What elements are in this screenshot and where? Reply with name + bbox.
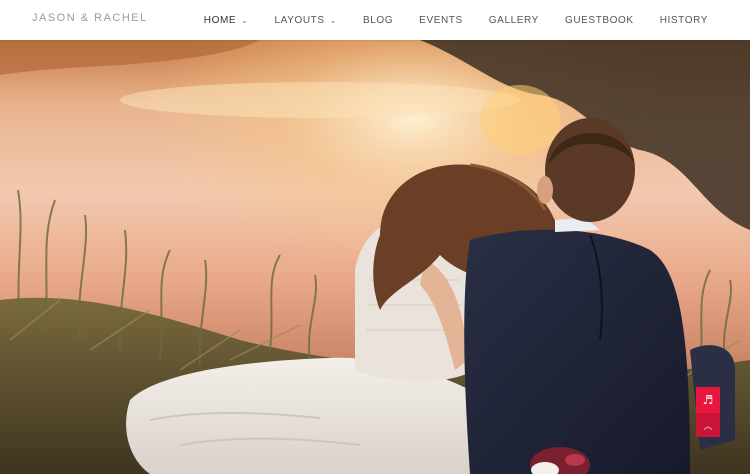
chevron-up-icon: ︿: [703, 421, 713, 432]
couple-by-lake-photo: [0, 40, 750, 474]
nav-item-label: GUESTBOOK: [564, 14, 634, 26]
music-note-icon: ♬: [702, 393, 714, 407]
nav-item-home[interactable]: HOME ⌄: [204, 15, 249, 26]
nav-item-history[interactable]: HISTORY: [660, 15, 708, 26]
top-navbar: JASON & RACHEL HOME ⌄ LAYOUTS ⌄ BLOG EVE…: [0, 0, 750, 40]
back-to-top-button[interactable]: ︿: [696, 413, 720, 437]
nav-item-label: HOME: [203, 14, 237, 26]
nav-item-guestbook[interactable]: GUESTBOOK: [565, 15, 634, 26]
nav-item-label: EVENTS: [419, 14, 463, 26]
chevron-down-icon: ⌄: [241, 15, 249, 25]
nav-item-label: BLOG: [362, 14, 394, 26]
nav-item-layouts[interactable]: LAYOUTS ⌄: [275, 15, 337, 26]
nav-item-gallery[interactable]: GALLERY: [489, 15, 539, 26]
nav-item-label: HISTORY: [659, 14, 708, 26]
nav-item-label: LAYOUTS: [274, 14, 325, 26]
nav-item-blog[interactable]: BLOG: [363, 15, 393, 26]
chevron-down-icon: ⌄: [329, 15, 337, 25]
main-nav: HOME ⌄ LAYOUTS ⌄ BLOG EVENTS GALLERY GUE…: [178, 0, 708, 40]
nav-item-events[interactable]: EVENTS: [419, 15, 463, 26]
music-toggle-button[interactable]: ♬: [696, 387, 720, 413]
hero-image: [0, 40, 750, 474]
nav-item-label: GALLERY: [488, 14, 539, 26]
site-logo-text[interactable]: JASON & RACHEL: [32, 12, 148, 24]
